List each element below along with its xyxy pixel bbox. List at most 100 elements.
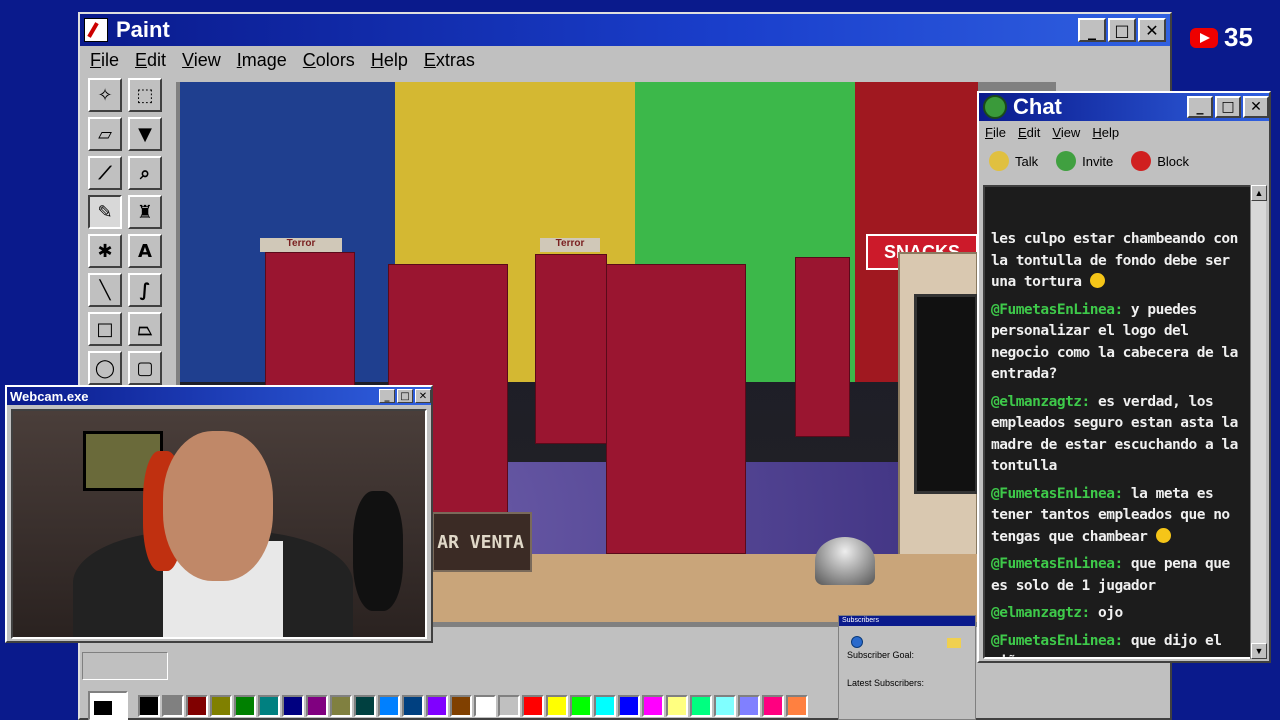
palette-swatch[interactable]: [690, 695, 712, 717]
fill-icon[interactable]: ▼: [128, 117, 162, 151]
streamer-head: [163, 431, 273, 581]
ellipse-icon[interactable]: ◯: [88, 351, 122, 385]
menu-view[interactable]: View: [182, 50, 221, 71]
webcam-titlebar[interactable]: Webcam.exe _ □ ✕: [7, 387, 431, 405]
palette-swatch[interactable]: [594, 695, 616, 717]
minimize-button[interactable]: _: [1078, 18, 1106, 42]
eraser-icon[interactable]: ▱: [88, 117, 122, 151]
palette-swatch[interactable]: [786, 695, 808, 717]
line-icon[interactable]: ╲: [88, 273, 122, 307]
close-button[interactable]: ✕: [415, 389, 431, 403]
rectangle-icon[interactable]: □: [88, 312, 122, 346]
scroll-up-arrow-icon[interactable]: ▲: [1251, 185, 1267, 201]
palette-swatch[interactable]: [522, 695, 544, 717]
maximize-button[interactable]: □: [1215, 96, 1241, 118]
menu-image[interactable]: Image: [237, 50, 287, 71]
palette-swatch[interactable]: [738, 695, 760, 717]
palette-swatch[interactable]: [450, 695, 472, 717]
palette-swatch[interactable]: [426, 695, 448, 717]
palette-swatch[interactable]: [474, 695, 496, 717]
text-icon[interactable]: A: [128, 234, 162, 268]
palette-swatch[interactable]: [210, 695, 232, 717]
webcam-title: Webcam.exe: [10, 388, 89, 404]
menu-extras[interactable]: Extras: [424, 50, 475, 71]
palette-swatch[interactable]: [618, 695, 640, 717]
chat-log[interactable]: les culpo estar chambeando con la tontul…: [983, 185, 1253, 659]
current-color-indicator[interactable]: [88, 691, 128, 720]
palette-swatch[interactable]: [258, 695, 280, 717]
talk-button[interactable]: Talk: [989, 151, 1038, 171]
subscribers-panel: Subscribers Subscriber Goal: Latest Subs…: [838, 615, 976, 720]
palette-swatch[interactable]: [306, 695, 328, 717]
palette-swatch[interactable]: [666, 695, 688, 717]
dvd-shelf: [535, 254, 607, 444]
menu-edit[interactable]: Edit: [135, 50, 166, 71]
rect-select-icon[interactable]: ⬚: [128, 78, 162, 112]
menu-file[interactable]: File: [90, 50, 119, 71]
brush-icon[interactable]: ♜: [128, 195, 162, 229]
chat-username[interactable]: @FumetasEnLinea:: [991, 302, 1123, 318]
magnifier-icon[interactable]: ⌕: [128, 156, 162, 190]
block-label: Block: [1157, 153, 1189, 169]
palette-swatch[interactable]: [546, 695, 568, 717]
chat-username[interactable]: @elmanzagtz:: [991, 605, 1090, 621]
service-bell-icon[interactable]: [815, 537, 875, 585]
subscriber-goal-label: Subscriber Goal:: [847, 650, 915, 660]
chat-username[interactable]: @elmanzagtz:: [991, 394, 1090, 410]
palette-swatch[interactable]: [570, 695, 592, 717]
invite-button[interactable]: Invite: [1056, 151, 1113, 171]
free-select-icon[interactable]: ✧: [88, 78, 122, 112]
register-monitor: [898, 252, 978, 582]
close-button[interactable]: ✕: [1243, 96, 1269, 118]
paint-titlebar[interactable]: Paint _ □ ✕: [80, 14, 1170, 46]
block-button[interactable]: Block: [1131, 151, 1189, 171]
paint-title: Paint: [116, 17, 170, 42]
shelf-sign: Terror: [540, 238, 600, 252]
palette-swatch[interactable]: [330, 695, 352, 717]
palette-swatch[interactable]: [138, 695, 160, 717]
maximize-button[interactable]: □: [397, 389, 413, 403]
palette-swatch[interactable]: [162, 695, 184, 717]
minimize-button[interactable]: _: [379, 389, 395, 403]
chat-scrollbar[interactable]: ▲ ▼: [1250, 185, 1267, 659]
chat-menu-view[interactable]: View: [1052, 125, 1080, 140]
palette-swatch[interactable]: [642, 695, 664, 717]
block-icon: [1131, 151, 1152, 171]
chat-message: @FumetasEnLinea: que dijo el niño: [991, 631, 1245, 658]
palette-swatch[interactable]: [378, 695, 400, 717]
sell-button[interactable]: AR VENTA: [432, 512, 532, 572]
palette-swatch[interactable]: [762, 695, 784, 717]
palette-swatch[interactable]: [354, 695, 376, 717]
chat-menubar: File Edit View Help: [979, 121, 1269, 143]
airbrush-icon[interactable]: ✱: [88, 234, 122, 268]
rounded-rect-icon[interactable]: ▢: [128, 351, 162, 385]
scroll-down-arrow-icon[interactable]: ▼: [1251, 643, 1267, 659]
chat-username[interactable]: @FumetasEnLinea:: [991, 486, 1123, 502]
chat-message: les culpo estar chambeando con la tontul…: [991, 229, 1245, 294]
minimize-button[interactable]: _: [1187, 96, 1213, 118]
pencil-icon[interactable]: ✎: [88, 195, 122, 229]
menu-help[interactable]: Help: [371, 50, 408, 71]
palette-swatch[interactable]: [714, 695, 736, 717]
chat-username[interactable]: @FumetasEnLinea:: [991, 556, 1123, 572]
maximize-button[interactable]: □: [1108, 18, 1136, 42]
chat-menu-help[interactable]: Help: [1092, 125, 1119, 140]
grin-emoji-icon: [1089, 273, 1105, 288]
microphone: [353, 491, 403, 611]
palette-swatch[interactable]: [282, 695, 304, 717]
polygon-icon[interactable]: ⏢: [128, 312, 162, 346]
chat-menu-file[interactable]: File: [985, 125, 1006, 140]
chat-message: @FumetasEnLinea: y puedes personalizar e…: [991, 300, 1245, 386]
chat-titlebar[interactable]: Chat _ □ ✕: [979, 93, 1269, 121]
curve-icon[interactable]: ∫: [128, 273, 162, 307]
palette-swatch[interactable]: [498, 695, 520, 717]
color-picker-icon[interactable]: ⟋: [88, 156, 122, 190]
palette-swatch[interactable]: [402, 695, 424, 717]
palette-swatch[interactable]: [186, 695, 208, 717]
chat-message-text: les culpo estar chambeando con la tontul…: [991, 231, 1238, 290]
chat-menu-edit[interactable]: Edit: [1018, 125, 1040, 140]
close-button[interactable]: ✕: [1138, 18, 1166, 42]
palette-swatch[interactable]: [234, 695, 256, 717]
menu-colors[interactable]: Colors: [303, 50, 355, 71]
chat-username[interactable]: @FumetasEnLinea:: [991, 633, 1123, 649]
